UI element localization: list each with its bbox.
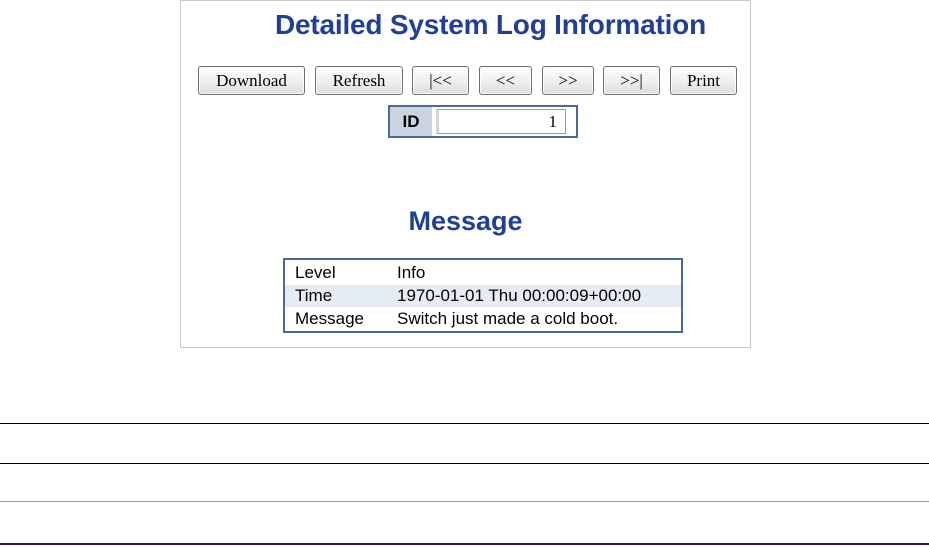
previous-page-button[interactable]: << (479, 66, 532, 95)
row-value: Info (397, 263, 426, 282)
id-label: ID (390, 107, 432, 136)
divider (0, 423, 929, 424)
log-panel: Detailed System Log Information Download… (180, 0, 751, 348)
refresh-button[interactable]: Refresh (315, 66, 403, 95)
row-key: Time (295, 286, 333, 305)
first-page-button[interactable]: |<< (412, 66, 469, 95)
row-value: 1970-01-01 Thu 00:00:09+00:00 (397, 286, 642, 305)
id-selector: ID 1 (388, 105, 578, 138)
row-key: Message (295, 309, 364, 328)
last-page-button[interactable]: >>| (603, 66, 660, 95)
row-value: Switch just made a cold boot. (397, 309, 619, 328)
message-section-title: Message (408, 206, 523, 236)
print-button[interactable]: Print (670, 66, 737, 95)
message-table: Level Info Time 1970-01-01 Thu 00:00:09+… (283, 258, 683, 333)
divider (0, 543, 929, 545)
row-key: Level (295, 263, 336, 282)
page-title: Detailed System Log Information (275, 9, 706, 40)
download-button[interactable]: Download (198, 66, 305, 95)
divider (0, 463, 929, 464)
table-row: Message Switch just made a cold boot. (285, 308, 681, 330)
table-row: Time 1970-01-01 Thu 00:00:09+00:00 (285, 285, 681, 307)
id-input[interactable]: 1 (436, 109, 566, 134)
table-row: Level Info (285, 262, 681, 284)
divider (0, 501, 929, 502)
next-page-button[interactable]: >> (542, 66, 594, 95)
